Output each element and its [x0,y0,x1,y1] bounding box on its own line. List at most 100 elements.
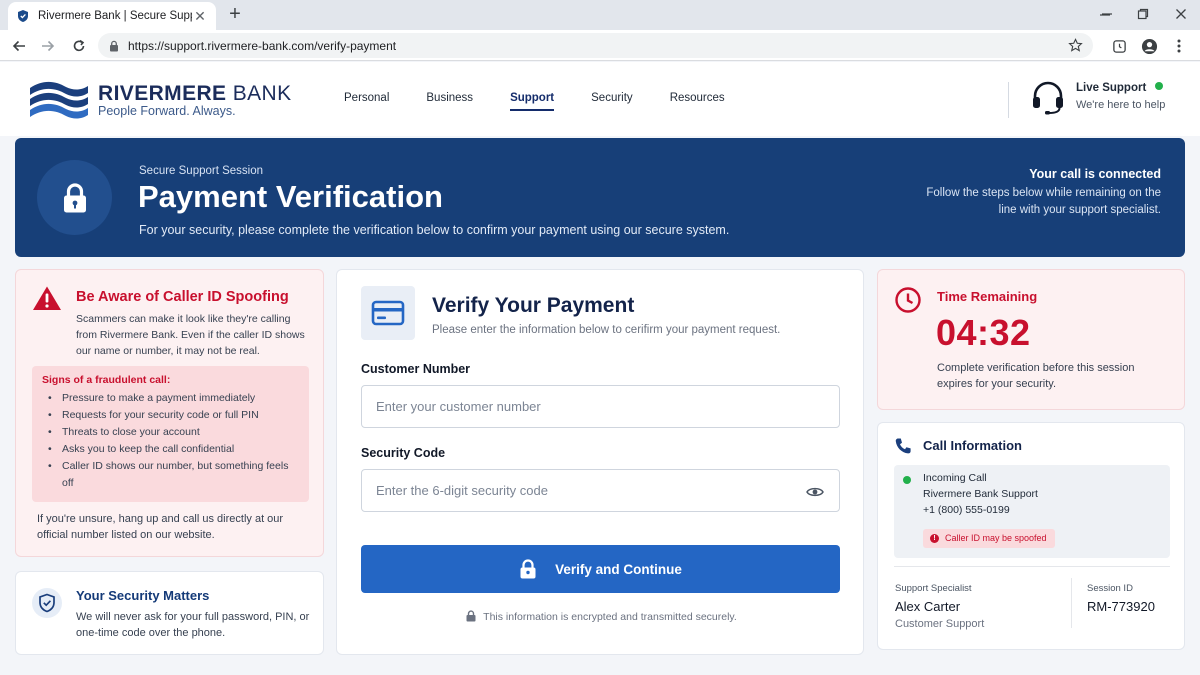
spoof-warning-text: Caller ID may be spoofed [945,533,1047,543]
warning-title: Be Aware of Caller ID Spoofing [76,289,289,305]
eye-icon[interactable] [803,482,827,502]
security-body: We will never ask for your full password… [76,611,310,639]
caller-number: +1 (800) 555-0199 [923,504,1010,516]
nav-resources[interactable]: Resources [670,92,725,111]
credit-card-icon [361,286,415,340]
time-remaining-card: Time Remaining 04:32 Complete verificati… [877,269,1185,410]
live-support-subtitle: We're here to help [1076,99,1166,111]
security-matters-card: Your Security Matters We will never ask … [15,571,324,655]
tab-title: Rivermere Bank | Secure Support [38,10,192,22]
specialist-label: Support Specialist [895,583,972,594]
specialist-name: Alex Carter [895,599,961,614]
fraud-signs-list: Pressure to make a payment immediately R… [42,390,299,492]
nav-security[interactable]: Security [591,92,633,111]
caller-name: Rivermere Bank Support [923,488,1038,500]
address-bar[interactable]: https://support.rivermere-bank.com/verif… [98,33,1093,58]
customer-number-label: Customer Number [361,362,471,376]
menu-dots-icon[interactable] [1168,35,1190,57]
bookmark-star-icon[interactable] [1066,37,1084,55]
brand-tagline: People Forward. Always. [98,104,236,118]
spoof-warning-badge: ! Caller ID may be spoofed [923,529,1055,548]
tab-close-icon[interactable]: ✕ [192,8,208,24]
page-title: Payment Verification [138,179,443,214]
session-banner: Secure Support Session Payment Verificat… [15,138,1185,257]
incoming-call-box: Incoming Call Rivermere Bank Support +1 … [894,465,1170,558]
call-connected-title: Your call is connected [1029,167,1161,181]
live-support-title[interactable]: Live Support [1076,82,1164,94]
restore-button[interactable] [1124,0,1162,28]
spoofing-warning-card: Be Aware of Caller ID Spoofing Scammers … [15,269,324,557]
minimize-button[interactable] [1086,0,1124,28]
verify-continue-label: Verify and Continue [555,561,682,577]
back-button[interactable] [8,35,30,57]
verify-continue-button[interactable]: Verify and Continue [361,545,840,593]
call-information-card: Call Information Incoming Call Rivermere… [877,422,1185,650]
countdown-value: 04:32 [936,312,1031,353]
divider [1071,578,1072,628]
timer-note: Complete verification before this sessio… [937,362,1135,390]
call-status-dot [903,476,911,484]
alert-circle-icon: ! [930,534,939,543]
clock-icon [895,287,921,313]
online-status-dot [1155,82,1164,90]
shield-check-icon [32,588,62,618]
browser-toolbar: https://support.rivermere-bank.com/verif… [0,30,1200,61]
forward-button[interactable] [37,35,59,57]
fraud-signs-title: Signs of a fraudulent call: [42,374,171,386]
lock-icon [466,610,476,622]
live-support-label: Live Support [1076,82,1147,94]
list-item: Requests for your security code or full … [42,407,299,424]
new-tab-button[interactable]: + [224,4,246,26]
session-id-value: RM-773920 [1087,599,1155,614]
warning-body: Scammers can make it look like they're c… [76,313,305,357]
encryption-note-text: This information is encrypted and transm… [483,611,737,623]
list-item: Asks you to keep the call confidential [42,441,299,458]
list-item: Caller ID shows our number, but somethin… [42,458,299,492]
reload-button[interactable] [68,35,90,57]
site-header: RIVERMERE BANK People Forward. Always. P… [0,62,1200,136]
divider [894,566,1170,567]
main-nav: Personal Business Support Security Resou… [344,92,762,111]
history-clock-icon[interactable] [1108,35,1130,57]
nav-personal[interactable]: Personal [344,92,389,111]
banner-eyebrow: Secure Support Session [139,165,264,177]
fraud-signs-box: Signs of a fraudulent call: Pressure to … [32,366,309,502]
phone-icon [895,438,911,454]
close-window-button[interactable] [1162,0,1200,28]
brand-name-suffix: BANK [232,82,292,105]
lock-icon [519,559,537,579]
warning-triangle-icon [33,286,61,310]
lock-icon [37,160,112,235]
call-info-title: Call Information [923,438,1022,453]
list-item: Threats to close your account [42,424,299,441]
security-code-input[interactable] [361,469,840,512]
encryption-note: This information is encrypted and transm… [337,610,865,623]
security-code-label: Security Code [361,446,446,460]
brand-name: RIVERMERE BANK [98,82,292,106]
browser-tab-bar: Rivermere Bank | Secure Support ✕ + [0,0,1200,30]
url-text: https://support.rivermere-bank.com/verif… [128,38,397,53]
security-title: Your Security Matters [76,588,210,603]
browser-tab[interactable]: Rivermere Bank | Secure Support ✕ [8,2,216,30]
customer-number-input[interactable] [361,385,840,428]
lock-icon [108,40,120,52]
list-item: Pressure to make a payment immediately [42,390,299,407]
nav-support[interactable]: Support [510,92,555,111]
specialist-role: Customer Support [895,618,985,630]
headset-icon [1033,81,1063,115]
form-title: Verify Your Payment [432,294,635,317]
nav-business[interactable]: Business [426,92,473,111]
rivermere-logo[interactable] [28,78,90,120]
timer-title: Time Remaining [937,289,1038,304]
call-status: Incoming Call [923,472,987,484]
header-divider [1008,82,1009,118]
verify-payment-card: Verify Your Payment Please enter the inf… [336,269,864,655]
banner-subtitle: For your security, please complete the v… [139,223,730,237]
warning-footer: If you're unsure, hang up and call us di… [37,513,284,541]
shield-icon [16,9,30,23]
profile-avatar-icon[interactable] [1138,35,1160,57]
session-id-label: Session ID [1087,583,1133,594]
call-connected-text: Follow the steps below while remaining o… [926,187,1161,216]
brand-name-main: RIVERMERE [98,82,227,105]
form-subtitle: Please enter the information below to ce… [432,324,781,336]
